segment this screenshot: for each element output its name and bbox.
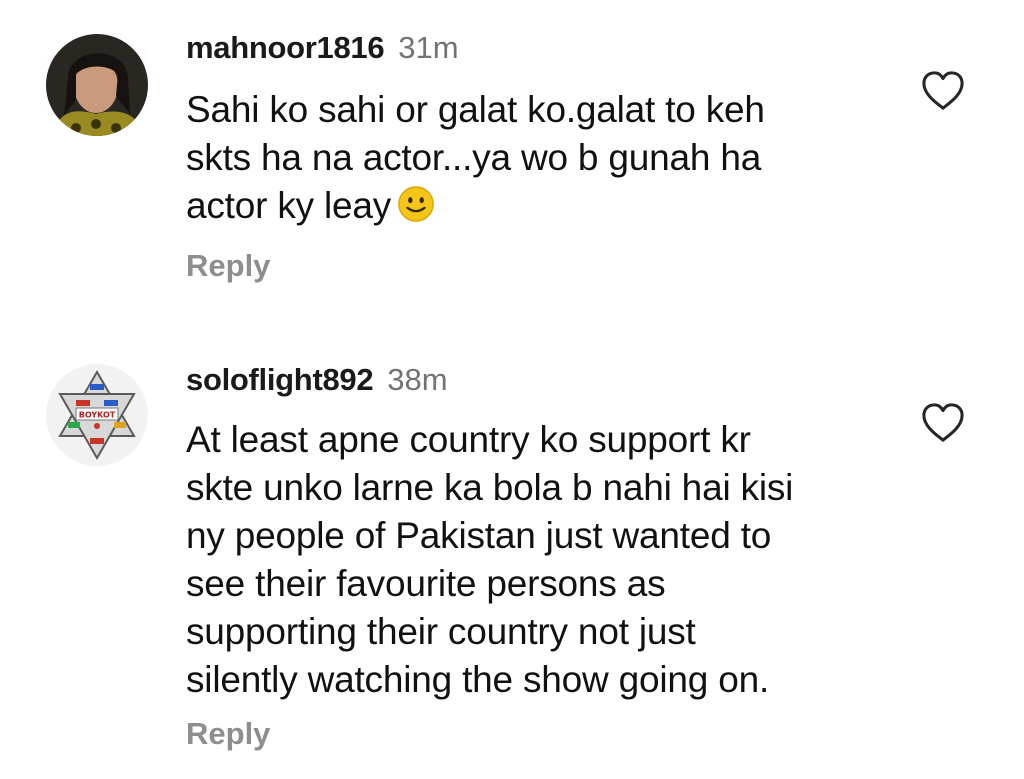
avatar[interactable]: BOYKOT: [46, 364, 148, 466]
avatar[interactable]: [46, 34, 148, 136]
username[interactable]: mahnoor1816: [186, 30, 385, 65]
avatar-logo-text: BOYKOT: [79, 411, 116, 420]
comment-text-line: Sahi ko sahi or galat ko.galat to keh: [186, 89, 765, 130]
comment-meta: soloflight892 38m: [186, 364, 448, 395]
username[interactable]: soloflight892: [186, 362, 374, 397]
comment-text-line: ny people of Pakistan just wanted to: [186, 515, 772, 556]
comment-text-line: see their favourite persons as: [186, 563, 666, 604]
avatar-photo: [46, 34, 148, 136]
reply-button[interactable]: Reply: [186, 250, 270, 281]
comment-meta: mahnoor1816 31m: [186, 32, 459, 63]
heart-outline-icon[interactable]: [920, 70, 966, 112]
timestamp: 38m: [387, 362, 448, 397]
comment-text-line: supporting their country not just: [186, 611, 696, 652]
comment-text: Sahi ko sahi or galat ko.galat to keh sk…: [186, 86, 886, 230]
comment-item: BOYKOT soloflight892 38m At least apne co…: [0, 320, 1024, 779]
comment-text-line-text: actor ky leay: [186, 185, 392, 226]
slightly-smiling-face-icon: [398, 186, 434, 222]
comment-text-line: silently watching the show going on.: [186, 659, 770, 700]
comment-text: At least apne country ko support kr skte…: [186, 416, 886, 704]
comment-text-line: skts ha na actor...ya wo b gunah ha: [186, 137, 762, 178]
comment-text-line: At least apne country ko support kr: [186, 419, 751, 460]
comment-text-line: skte unko larne ka bola b nahi hai kisi: [186, 467, 794, 508]
timestamp: 31m: [398, 30, 459, 65]
avatar-boykot-star: BOYKOT: [46, 364, 148, 466]
reply-button[interactable]: Reply: [186, 718, 270, 749]
heart-outline-icon[interactable]: [920, 402, 966, 444]
comment-text-line: actor ky leay: [186, 182, 886, 230]
comment-item: mahnoor1816 31m Sahi ko sahi or galat ko.…: [0, 0, 1024, 320]
